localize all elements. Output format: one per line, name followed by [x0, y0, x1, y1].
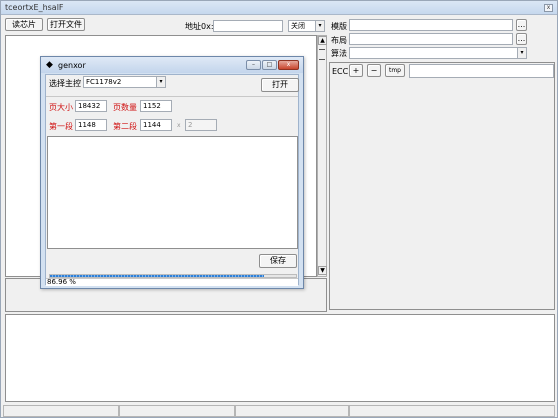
- mode-select[interactable]: 关闭 ▾: [288, 20, 325, 32]
- log-output[interactable]: [5, 314, 555, 402]
- progress-text: 86.96 %: [47, 278, 76, 286]
- template-input[interactable]: [349, 19, 513, 31]
- minimize-button[interactable]: –: [246, 60, 261, 70]
- ecc-plus-button[interactable]: +: [349, 64, 363, 77]
- save-button[interactable]: 保存: [259, 254, 297, 268]
- progress-fill: [50, 275, 264, 277]
- third-input: 2: [185, 119, 217, 131]
- status-segment-3: [235, 405, 349, 417]
- ecc-label: ECC: [332, 67, 349, 76]
- algorithm-label: 算法: [331, 49, 347, 58]
- page-count-input[interactable]: 1152: [140, 100, 172, 112]
- window-title: tceortxE_hsalF: [5, 3, 64, 12]
- controller-select-value: FC1178v2: [86, 78, 122, 86]
- layout-input[interactable]: [349, 33, 513, 45]
- scroll-thumb[interactable]: [319, 49, 325, 50]
- controller-select[interactable]: FC1178v2 ▾: [83, 76, 166, 88]
- second-segment-label: 第二段: [113, 122, 137, 131]
- first-segment-label: 第一段: [49, 122, 73, 131]
- layout-browse-button[interactable]: ...: [516, 33, 527, 45]
- status-segment-4: [349, 405, 555, 417]
- dialog-close-button[interactable]: x: [278, 60, 299, 70]
- mode-select-value: 关闭: [291, 22, 305, 30]
- progress-status: 86.96 %: [46, 278, 298, 286]
- ecc-minus-button[interactable]: −: [367, 64, 381, 77]
- right-panel: [329, 62, 555, 310]
- title-bar: tceortxE_hsalF x: [1, 1, 557, 15]
- read-chip-button[interactable]: 读芯片: [5, 18, 43, 31]
- layout-label: 布局: [331, 36, 347, 45]
- second-segment-input[interactable]: 1144: [140, 119, 172, 131]
- dialog-title-bar: ◆ genxor – □ x: [41, 57, 303, 73]
- chevron-down-icon: ▾: [156, 77, 165, 87]
- page-size-input[interactable]: 18432: [75, 100, 107, 112]
- open-button[interactable]: 打开: [261, 78, 299, 92]
- template-browse-button[interactable]: ...: [516, 19, 527, 31]
- genxor-dialog: ◆ genxor – □ x 选择主控 FC1178v2 ▾ 打开 页大小 18…: [40, 56, 304, 289]
- tmp-button[interactable]: tmp: [385, 64, 405, 77]
- dialog-title: genxor: [58, 61, 86, 70]
- scroll-up-icon[interactable]: ▲: [318, 36, 327, 45]
- template-label: 模版: [331, 22, 347, 31]
- status-segment-1: [3, 405, 119, 417]
- chevron-down-icon: ▾: [517, 48, 526, 58]
- divider: [46, 96, 298, 97]
- controller-label: 选择主控: [49, 79, 81, 88]
- diamond-icon: ◆: [46, 60, 53, 70]
- open-file-button[interactable]: 打开文件: [47, 18, 85, 31]
- algorithm-select[interactable]: ▾: [349, 47, 527, 59]
- page-size-label: 页大小: [49, 103, 73, 112]
- chevron-down-icon: ▾: [315, 21, 324, 31]
- status-segment-2: [119, 405, 235, 417]
- dialog-body: 选择主控 FC1178v2 ▾ 打开 页大小 18432 页数量 1152 第一…: [45, 74, 299, 286]
- scroll-down-icon[interactable]: ▼: [318, 266, 327, 275]
- address-input[interactable]: [213, 20, 283, 32]
- scroll-thumb-mark: [319, 59, 325, 60]
- x-separator: x: [177, 122, 181, 129]
- maximize-button[interactable]: □: [262, 60, 277, 70]
- address-label: 地址0x:: [185, 22, 214, 31]
- first-segment-input[interactable]: 1148: [75, 119, 107, 131]
- ecc-input[interactable]: [409, 64, 554, 78]
- close-button[interactable]: x: [544, 4, 553, 12]
- hex-view-scrollbar[interactable]: ▲ ▼: [317, 35, 327, 277]
- dialog-output-area[interactable]: [47, 136, 298, 249]
- page-count-label: 页数量: [113, 103, 137, 112]
